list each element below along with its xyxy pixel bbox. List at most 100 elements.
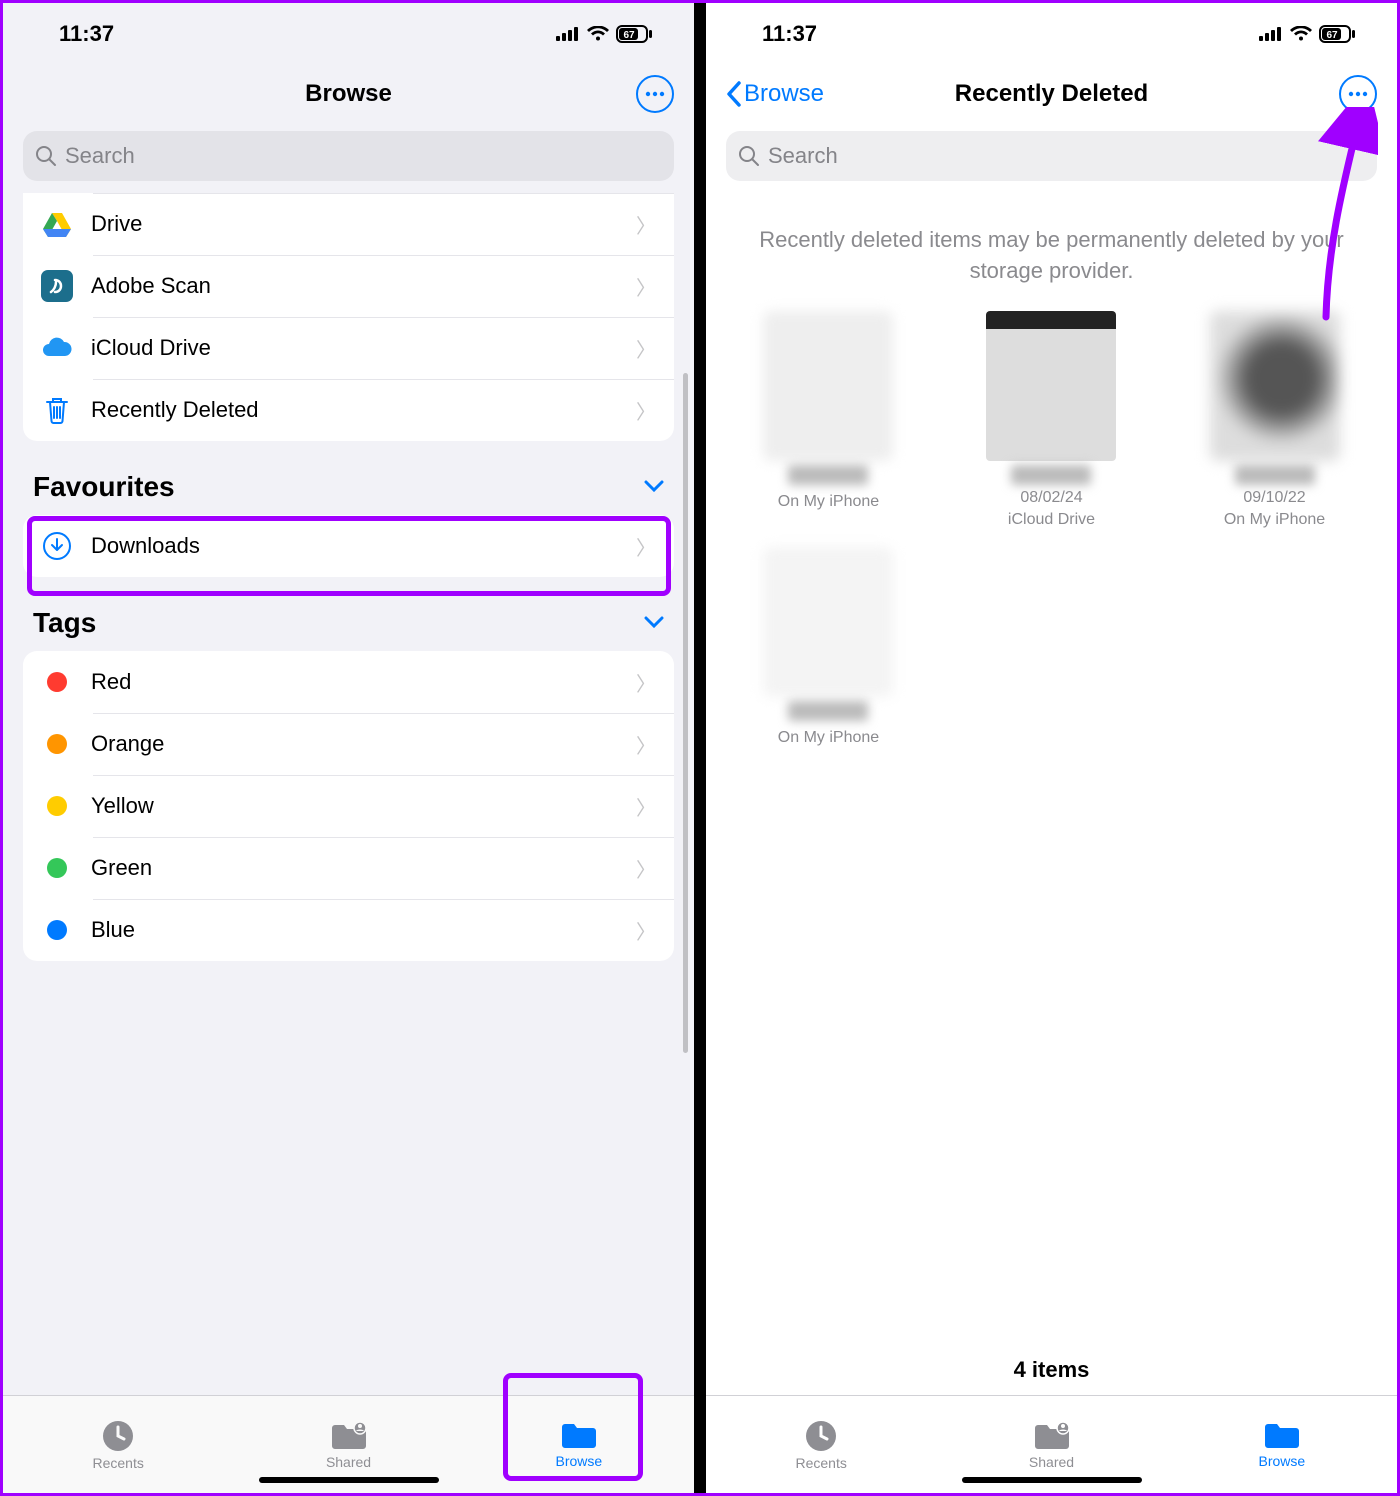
nav-bar: Browse [3,65,694,123]
search-placeholder: Search [65,143,135,169]
item-count: 4 items [706,1333,1397,1395]
file-location: On My iPhone [778,493,879,511]
chevron-right-icon: 〉 [636,916,656,945]
row-label: Green [91,855,618,881]
row-label: Downloads [91,533,618,559]
search-icon [35,145,57,167]
location-row-recently-deleted[interactable]: Recently Deleted 〉 [23,379,674,441]
file-thumbnail [763,311,893,461]
tab-browse[interactable]: Browse [1167,1396,1397,1493]
chevron-right-icon: 〉 [636,792,656,821]
chevron-left-icon [726,81,742,107]
favourites-header[interactable]: Favourites [23,461,674,515]
home-indicator[interactable] [259,1477,439,1483]
tab-label: Shared [326,1454,371,1470]
folder-icon [560,1421,598,1451]
search-input[interactable]: Search [23,131,674,181]
tag-dot-icon [41,666,73,698]
chevron-right-icon: 〉 [636,210,656,239]
tab-recents[interactable]: Recents [3,1396,233,1493]
deleted-item[interactable]: 09/10/22 On My iPhone [1172,311,1377,529]
search-input[interactable]: Search [726,131,1377,181]
more-button[interactable] [636,75,674,113]
row-label: Yellow [91,793,618,819]
battery-icon: 67 [1319,25,1355,43]
favourites-list: Downloads 〉 [23,515,674,577]
file-date: 09/10/22 [1243,489,1305,507]
back-label: Browse [744,80,824,108]
chevron-right-icon: 〉 [636,272,656,301]
screen-browse: 11:37 67 Browse Search Drive 〉 [3,3,694,1493]
tag-row-green[interactable]: Green 〉 [23,837,674,899]
tag-dot-icon [41,728,73,760]
section-title: Favourites [33,471,175,503]
chevron-right-icon: 〉 [636,334,656,363]
deleted-item[interactable]: On My iPhone [726,547,931,747]
more-button[interactable] [1339,75,1377,113]
clock-icon [101,1419,135,1453]
file-name [1235,465,1315,485]
row-label: iCloud Drive [91,335,618,361]
file-name [788,701,868,721]
tag-row-yellow[interactable]: Yellow 〉 [23,775,674,837]
file-thumbnail [1210,311,1340,461]
tab-recents[interactable]: Recents [706,1396,936,1493]
back-button[interactable]: Browse [726,80,824,108]
tab-label: Browse [1259,1453,1306,1469]
tag-dot-icon [41,852,73,884]
chevron-right-icon: 〉 [636,730,656,759]
chevron-down-icon [644,612,664,635]
deleted-item[interactable]: 08/02/24 iCloud Drive [949,311,1154,529]
chevron-right-icon: 〉 [636,854,656,883]
drive-icon [41,208,73,240]
row-label: Red [91,669,618,695]
file-thumbnail [763,547,893,697]
screen-recently-deleted: 11:37 67 Browse Recently Deleted Search … [706,3,1397,1493]
row-label: Orange [91,731,618,757]
tag-row-orange[interactable]: Orange 〉 [23,713,674,775]
favourite-row-downloads[interactable]: Downloads 〉 [23,515,674,577]
tags-list: Red 〉 Orange 〉 Yellow 〉 Green 〉 [23,651,674,961]
location-row-adobe[interactable]: Adobe Scan 〉 [23,255,674,317]
status-icons: 67 [556,25,652,43]
row-label: Recently Deleted [91,397,618,423]
deleted-items-grid: On My iPhone 08/02/24 iCloud Drive 09/10… [706,311,1397,747]
adobe-icon [41,270,73,302]
content-area: Drive 〉 Adobe Scan 〉 iCloud Drive 〉 Rece… [3,193,694,1395]
folder-icon [1263,1421,1301,1451]
file-date: 08/02/24 [1020,489,1082,507]
battery-icon: 67 [616,25,652,43]
status-time: 11:37 [762,21,817,47]
file-name [788,465,868,485]
tab-browse[interactable]: Browse [464,1396,694,1493]
cellular-icon [1259,27,1283,41]
download-icon [41,530,73,562]
deleted-item[interactable]: On My iPhone [726,311,931,529]
status-bar: 11:37 67 [706,3,1397,65]
chevron-down-icon [644,476,664,499]
tags-header[interactable]: Tags [23,597,674,651]
chevron-right-icon: 〉 [636,532,656,561]
tag-row-blue[interactable]: Blue 〉 [23,899,674,961]
section-title: Tags [33,607,96,639]
svg-text:67: 67 [1326,30,1338,41]
location-row-icloud[interactable]: iCloud Drive 〉 [23,317,674,379]
tab-label: Shared [1029,1454,1074,1470]
shared-folder-icon [330,1420,368,1452]
row-label: Drive [91,211,618,237]
scrollbar[interactable] [683,373,688,1053]
page-title: Browse [305,80,392,108]
clock-icon [804,1419,838,1453]
home-indicator[interactable] [962,1477,1142,1483]
shared-folder-icon [1033,1420,1071,1452]
page-title: Recently Deleted [955,80,1148,108]
tag-dot-icon [41,790,73,822]
tag-row-red[interactable]: Red 〉 [23,651,674,713]
search-icon [738,145,760,167]
info-text: Recently deleted items may be permanentl… [706,193,1397,311]
nav-bar: Browse Recently Deleted [706,65,1397,123]
search-placeholder: Search [768,143,838,169]
location-row-drive[interactable]: Drive 〉 [23,193,674,255]
screenshot-divider [694,3,706,1493]
status-bar: 11:37 67 [3,3,694,65]
